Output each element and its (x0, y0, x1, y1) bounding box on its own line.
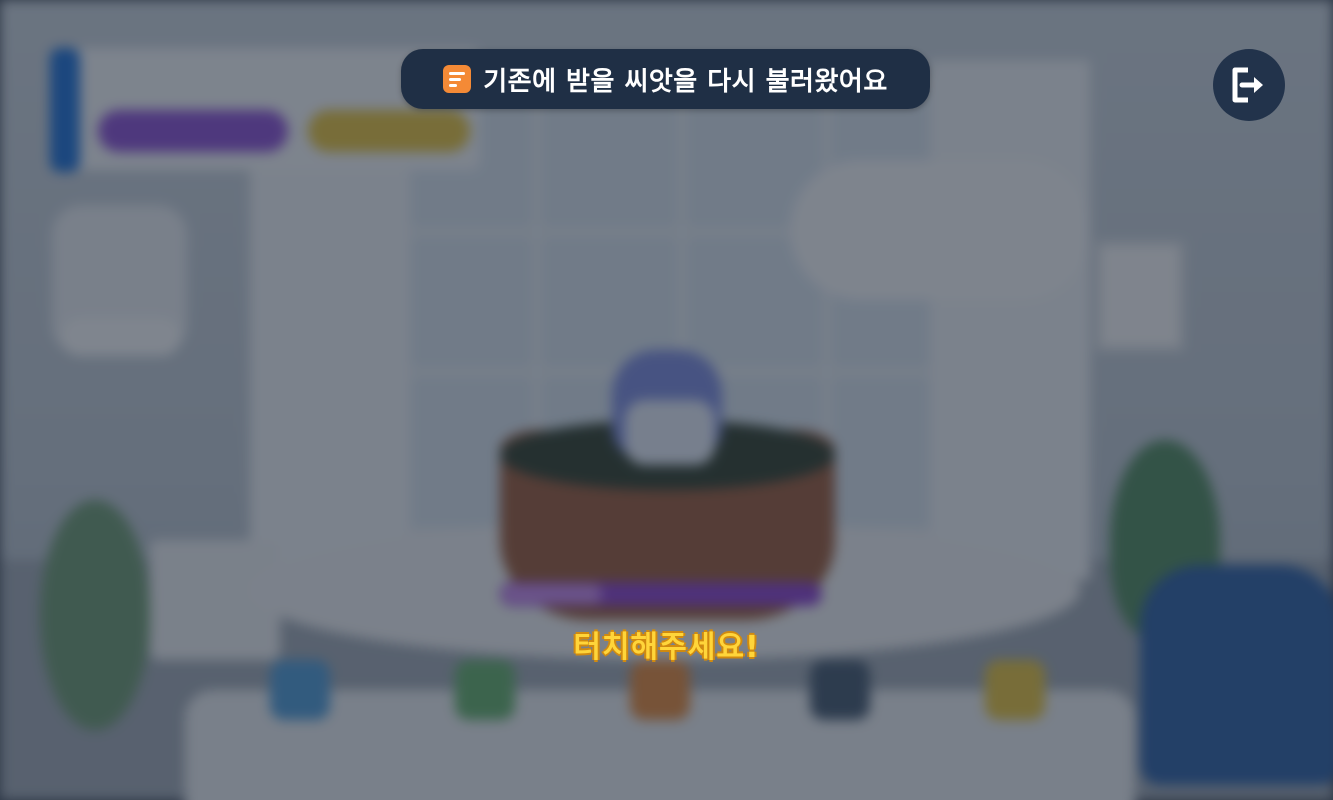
game-scene[interactable]: 기존에 받을 씨앗을 다시 불러왔어요 터치해주세요! (0, 0, 1333, 800)
note-icon (443, 65, 472, 93)
exit-button[interactable] (1213, 49, 1285, 121)
touch-prompt[interactable]: 터치해주세요! (0, 622, 1333, 666)
dim-overlay[interactable] (0, 0, 1333, 800)
notice-toast: 기존에 받을 씨앗을 다시 불러왔어요 (401, 49, 930, 109)
exit-icon (1232, 67, 1263, 103)
notice-text: 기존에 받을 씨앗을 다시 불러왔어요 (483, 66, 888, 97)
